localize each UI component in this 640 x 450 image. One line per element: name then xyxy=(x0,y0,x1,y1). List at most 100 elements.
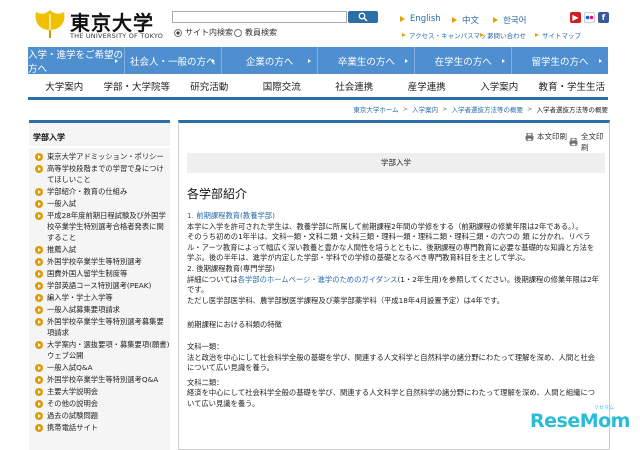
sidebar-item[interactable]: 過去の試験問題 xyxy=(29,409,170,421)
item2-paragraph1: 詳細については各学部のホームページ・進学のためのガイダンス(1・2年生用)を参照… xyxy=(187,274,600,295)
sidebar-item-label: その他の説明会 xyxy=(47,399,99,408)
nav-education[interactable]: 教育・学生生活 xyxy=(536,74,609,97)
nav-faculties[interactable]: 学部・大学院等 xyxy=(101,74,174,97)
breadcrumb-overview[interactable]: 入学者選抜方法等の概要 xyxy=(452,104,524,114)
sidebar-item-label: 外国学校卒業学生等特別選考Q&A xyxy=(47,375,159,384)
k2-text: 経済を中心にして社会科学全般の基礎を学び、関連する人文科学と自然科学の諸分野にわ… xyxy=(187,388,596,408)
sidebar-item[interactable]: 携帯電話サイト xyxy=(29,421,170,433)
article-body: 1. 前期課程教育(教養学部) 本学に入学を許可された学生は、教養学部に所属して… xyxy=(187,211,601,410)
sidebar-item[interactable]: その他の説明会 xyxy=(29,397,170,409)
sidebar-item-label: 一般入試Q&A xyxy=(47,363,93,372)
ginkgo-logo-icon[interactable] xyxy=(32,8,68,40)
sidebar-item[interactable]: 高等学校段階までの学習で身につけてほしいこと xyxy=(29,162,170,185)
nav-research[interactable]: 研究活動 xyxy=(173,74,246,97)
bullet-arrow-icon xyxy=(35,245,43,254)
nav-international-students[interactable]: 留学生の方へ xyxy=(512,47,608,74)
bullet-arrow-icon xyxy=(35,199,43,208)
lang-english-link[interactable]: English xyxy=(400,14,441,24)
sidebar-item-label: 携帯電話サイト xyxy=(47,423,99,432)
sidebar-item-label: 主要大学説明会 xyxy=(47,387,99,396)
sidebar-item[interactable]: 一般入試募集要項請求 xyxy=(29,303,170,315)
sidebar-item-label: 一般入試募集要項請求 xyxy=(47,305,120,314)
nav-industry[interactable]: 産学連携 xyxy=(391,74,464,97)
arrow-icon xyxy=(452,17,457,23)
primary-nav: 入学・進学をご希望の方へ 社会人・一般の方へ 企業の方へ 卒業生の方へ 在学生の… xyxy=(28,47,608,75)
search-button[interactable] xyxy=(348,11,378,23)
k2-label: 文科二類： xyxy=(187,377,224,387)
radio-site-search[interactable]: サイト内検索 xyxy=(174,27,233,38)
lang-korean-link[interactable]: 한국어 xyxy=(493,14,526,26)
sidebar-item[interactable]: 推薦入試 xyxy=(29,243,170,255)
guidance-link[interactable]: 各学部のホームページ・進学のためのガイダンス xyxy=(238,275,398,284)
bullet-arrow-icon xyxy=(35,375,43,384)
sidebar-item[interactable]: 学部英語コース特別選考(PEAK) xyxy=(29,279,170,291)
arrow-icon xyxy=(480,33,484,37)
nav-companies[interactable]: 企業の方へ xyxy=(222,47,319,74)
bullet-arrow-icon xyxy=(35,399,43,408)
contact-link[interactable]: お問い合わせ xyxy=(480,30,526,40)
breadcrumb-current: 入学者選抜方法等の概要 xyxy=(536,106,609,114)
bullet-arrow-icon xyxy=(35,211,43,220)
sidebar-item[interactable]: 外国学校卒業学生等特別選考 xyxy=(29,255,170,267)
breadcrumb-home[interactable]: 東京大学ホーム xyxy=(353,104,398,114)
print-body-button[interactable]: 本文印刷 xyxy=(525,131,567,142)
bullet-arrow-icon xyxy=(35,164,43,173)
sidebar-item-label: 外国学校卒業学生等特別選考 xyxy=(47,257,142,266)
sidebar-item[interactable]: 一般入試 xyxy=(29,197,170,209)
page-title: 各学部紹介 xyxy=(187,187,248,201)
flickr-dots-icon xyxy=(585,15,594,20)
bullet-arrow-icon xyxy=(35,305,43,314)
nav-admissions[interactable]: 入学案内 xyxy=(463,74,536,97)
nav-social[interactable]: 社会連携 xyxy=(318,74,391,97)
subsection-heading: 前期課程における科類の特徴 xyxy=(187,320,282,330)
flickr-icon[interactable] xyxy=(584,12,595,23)
search-input[interactable] xyxy=(172,11,347,23)
nav-public[interactable]: 社会人・一般の方へ xyxy=(125,47,222,74)
sidebar-title: 学部入学 xyxy=(33,133,65,142)
secondary-nav: 大学案内 学部・大学院等 研究活動 国際交流 社会連携 産学連携 入学案内 教育… xyxy=(28,74,608,100)
sidebar-item[interactable]: 東京大学アドミッション・ポリシー xyxy=(29,150,170,162)
sidebar-item[interactable]: 編入学・学士入学等 xyxy=(29,291,170,303)
nav-international[interactable]: 国際交流 xyxy=(246,74,319,97)
item1-paragraph1: 本学に入学を許可された学生は、教養学部に所属して前期課程2年間の学修をする（前期… xyxy=(187,221,583,231)
bullet-arrow-icon xyxy=(35,317,43,326)
sidebar-item-label: 推薦入試 xyxy=(47,245,77,254)
arrow-icon xyxy=(400,16,405,22)
sidebar-item-label: 外国学校卒業学生等特別選考募集要項請求 xyxy=(47,317,164,337)
sidebar-item[interactable]: 外国学校卒業学生等特別選考Q&A xyxy=(29,373,170,385)
k1-text: 法と政治を中心にして社会科学全般の基礎を学び、関連する人文科学と自然科学の諸分野… xyxy=(187,352,596,373)
nav-about[interactable]: 大学案内 xyxy=(28,74,101,97)
print-all-button[interactable]: 全文印刷 xyxy=(569,131,609,153)
sidebar-item[interactable]: 平成28年度前期日程試験及び外国学校卒業学生特別選考合格者発表に関すること xyxy=(29,209,170,243)
nav-alumni[interactable]: 卒業生の方へ xyxy=(318,47,416,74)
bullet-arrow-icon xyxy=(35,269,43,278)
sidebar-divider xyxy=(29,146,170,148)
sidebar-item-label: 一般入試 xyxy=(47,199,77,208)
nav-current-students[interactable]: 在学生の方へ xyxy=(415,47,513,74)
k1-label: 文科一類： xyxy=(187,341,224,351)
radio-unselected-icon xyxy=(234,28,242,37)
search-icon xyxy=(358,12,368,22)
bullet-arrow-icon xyxy=(35,152,43,161)
bullet-arrow-icon xyxy=(35,363,43,372)
sidebar-item[interactable]: 大学案内・選抜要項・募集要項(願書)ウェブ公開 xyxy=(29,338,170,361)
facebook-icon[interactable]: f xyxy=(598,12,609,23)
radio-staff-search[interactable]: 教員検索 xyxy=(234,27,277,38)
sidebar-item[interactable]: 主要大学説明会 xyxy=(29,385,170,397)
sidebar-item[interactable]: 国費外国人留学生制度等 xyxy=(29,267,170,279)
sidebar-item[interactable]: 外国学校卒業学生等特別選考募集要項請求 xyxy=(29,315,170,338)
sidebar: 学部入学 東京大学アドミッション・ポリシー 高等学校段階までの学習で身につけてほし… xyxy=(29,120,170,450)
sidebar-item[interactable]: 学部紹介・教育の仕組み xyxy=(29,185,170,197)
nav-prospective-students[interactable]: 入学・進学をご希望の方へ xyxy=(28,47,125,75)
arrow-icon xyxy=(402,33,406,37)
print-icon xyxy=(525,132,534,141)
youtube-icon[interactable]: ▶ xyxy=(570,12,581,23)
breadcrumb-admissions[interactable]: 入学案内 xyxy=(412,104,438,114)
bullet-arrow-icon xyxy=(35,387,43,396)
arrow-icon xyxy=(493,17,498,23)
lang-chinese-link[interactable]: 中文 xyxy=(452,14,479,26)
sidebar-item[interactable]: 一般入試Q&A xyxy=(29,361,170,373)
sitemap-link[interactable]: サイトマップ xyxy=(535,30,581,40)
